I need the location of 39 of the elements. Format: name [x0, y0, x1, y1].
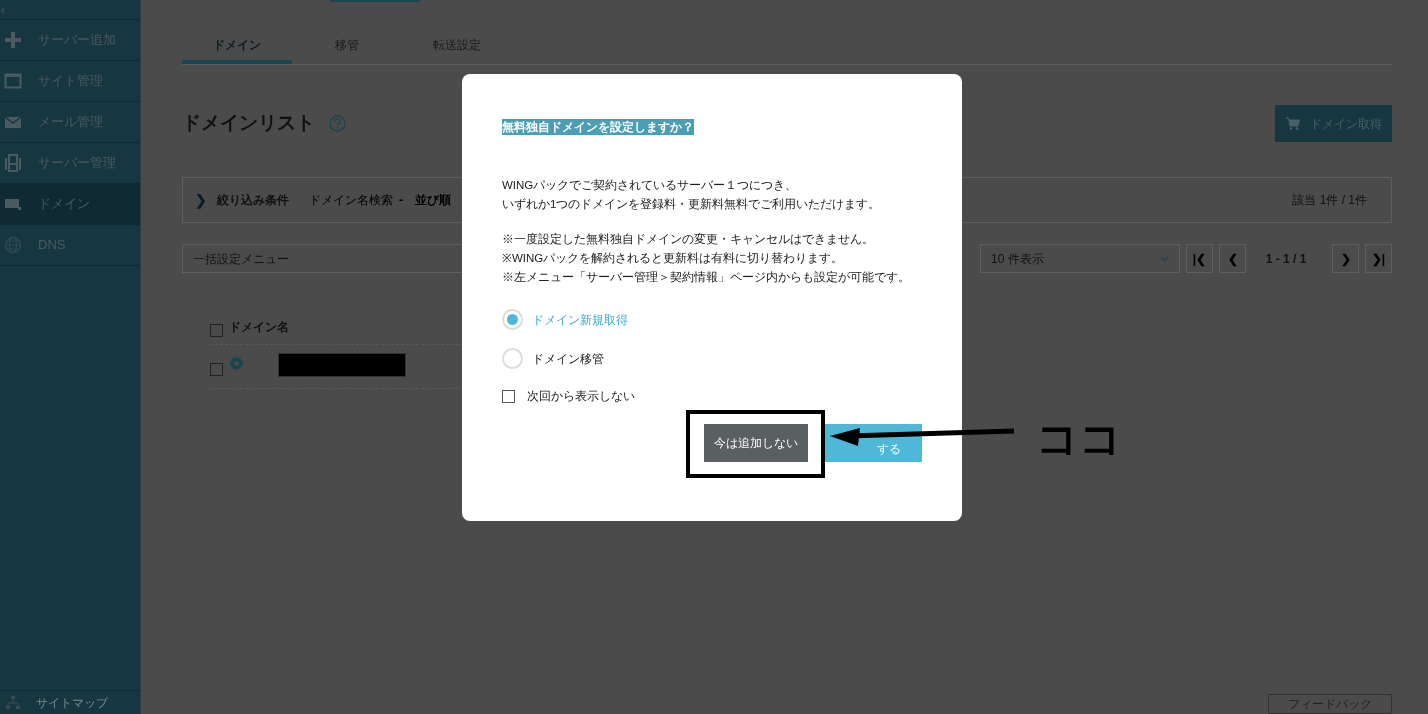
- filter-field-value: -: [399, 192, 403, 209]
- dialog-text: いずれか1つのドメインを登録料・更新料無料でご利用いただけます。: [502, 197, 882, 213]
- dialog-title: 無料独自ドメインを設定しますか？: [502, 119, 694, 135]
- help-icon: [329, 115, 346, 132]
- radio-button[interactable]: [502, 309, 523, 330]
- cart-icon: [1285, 117, 1300, 130]
- dialog-text: ※WINGパックを解約されると更新料は有料に切り替わります。: [502, 251, 845, 266]
- dialog-text: ※一度設定した無料独自ドメインの変更・キャンセルはできません。: [502, 232, 875, 247]
- dont-show-option[interactable]: 次回から表示しない: [502, 387, 932, 405]
- globe-icon: [4, 236, 22, 254]
- radio-option[interactable]: ドメイン新規取得: [502, 309, 932, 330]
- dialog-text: WINGパックでご契約されているサーバー１つにつき、: [502, 178, 799, 193]
- next-page-button[interactable]: ❯: [1332, 244, 1359, 273]
- gear-icon: [229, 356, 244, 371]
- dialog-text: ※左メニュー「サーバー管理＞契約情報」ページ内からも設定が可能です。: [502, 270, 911, 285]
- page-range: 1 - 1 / 1: [1264, 250, 1308, 268]
- radio-button[interactable]: [502, 348, 523, 369]
- sitemap-link[interactable]: サイトマップ: [0, 690, 140, 714]
- radio-option[interactable]: ドメイン移管: [502, 348, 932, 369]
- sitemap-icon: [6, 695, 20, 710]
- previous-page-button[interactable]: ❮: [1219, 244, 1246, 273]
- page-heading: ドメインリスト: [182, 111, 315, 136]
- plus-icon: [4, 31, 22, 49]
- skip-button[interactable]: 今は追加しない: [704, 424, 808, 462]
- filter-field-label: ドメイン名検索: [309, 192, 393, 209]
- filter-label: 絞り込み条件: [217, 192, 289, 209]
- row-checkbox[interactable]: [210, 363, 223, 376]
- server-icon: [4, 154, 22, 172]
- window-icon: [4, 72, 22, 90]
- select-all-checkbox[interactable]: [210, 324, 223, 337]
- column-header: ドメイン名: [229, 318, 289, 336]
- annotation-label: ココ: [1036, 414, 1122, 464]
- filter-field-label: 並び順: [415, 192, 451, 209]
- checkbox[interactable]: [502, 389, 515, 403]
- first-page-button[interactable]: |❮: [1186, 244, 1213, 273]
- last-page-button[interactable]: ❯|: [1365, 244, 1392, 273]
- chevron-down-icon: [1160, 255, 1169, 262]
- tab[interactable]: ドメイン: [182, 30, 292, 64]
- expand-button[interactable]: ❯: [195, 189, 207, 211]
